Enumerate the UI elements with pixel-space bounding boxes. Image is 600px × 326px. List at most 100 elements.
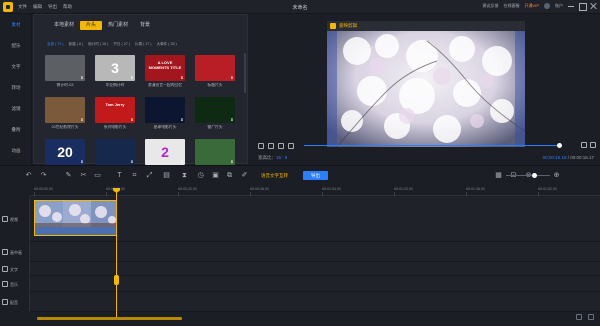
zoom-in-icon[interactable]: ⊕ (553, 172, 560, 179)
download-icon[interactable]: ⬇ (80, 118, 84, 122)
text-tool-icon[interactable]: T (116, 172, 123, 179)
download-icon[interactable]: ⬇ (80, 160, 84, 164)
template-tile[interactable]: Tom Jerry ⬇ 系列电影片头 (95, 97, 135, 132)
preview-screen[interactable]: 爱映剪辑 (327, 21, 525, 147)
menu-help[interactable]: 帮助 (63, 4, 72, 10)
download-icon[interactable]: ⬇ (130, 160, 134, 164)
preview-scrubber[interactable] (304, 145, 562, 146)
download-icon[interactable]: ⬇ (230, 118, 234, 122)
download-icon[interactable]: ⬇ (230, 160, 234, 164)
subtitle-icon[interactable]: ⧉ (226, 172, 233, 179)
playhead-line[interactable] (116, 190, 117, 318)
download-icon[interactable]: ⬇ (80, 76, 84, 80)
template-tile[interactable]: A LOVE MOMENTS TITLE ⬇ 浪漫宣言一起的回忆 (145, 55, 185, 90)
filter-showcase[interactable]: 片展 ( 17 ) (135, 42, 152, 47)
sidebar-item-animation[interactable]: 动画 (0, 146, 32, 156)
download-icon[interactable]: ⬇ (180, 160, 184, 164)
filter-all[interactable]: 全部 ( 79 ) (47, 42, 64, 47)
template-tile[interactable]: ⬇ 僵尸片头 (195, 97, 235, 132)
filter-wedding[interactable]: 新婚 ( 8 ) (69, 42, 84, 47)
template-tile[interactable]: ⬇ 星球电影片头 (145, 97, 185, 132)
download-icon[interactable]: ⬇ (180, 76, 184, 80)
template-tile[interactable]: ⬇ 20世纪影院片头 (45, 97, 85, 132)
tab-intro[interactable]: 片头 (80, 21, 103, 30)
volume-icon[interactable] (581, 142, 587, 148)
tab-popular[interactable]: 热门素材 (102, 21, 134, 30)
minimize-icon[interactable] (568, 3, 574, 9)
voice-track-icon (2, 299, 8, 305)
sidebar-item-filter[interactable]: 滤镜 (0, 104, 32, 114)
download-icon[interactable]: ⬇ (130, 118, 134, 122)
ruler-tick-label: 00:00:00.00 (34, 187, 53, 191)
sidebar-item-text[interactable]: 文字 (0, 62, 32, 72)
speed-icon[interactable]: ⧗ (181, 172, 188, 179)
delete-icon[interactable]: ▭ (94, 172, 101, 179)
tab-local[interactable]: 本地素材 (48, 21, 80, 30)
template-thumbnail: 3 ⬇ (95, 55, 135, 81)
filter-countdown[interactable]: 倒计时 ( 16 ) (88, 42, 108, 47)
template-thumbnail: ⬇ (195, 55, 235, 81)
download-icon[interactable]: ⬇ (230, 76, 234, 80)
watermark-logo (330, 23, 336, 29)
scrubber-knob[interactable] (557, 143, 562, 148)
sidebar-item-material[interactable]: 素材 (0, 20, 32, 30)
avatar[interactable] (544, 3, 550, 9)
redo-icon[interactable]: ↷ (40, 172, 47, 179)
zoom-knob[interactable] (532, 173, 537, 178)
stop-icon[interactable] (288, 143, 294, 149)
template-label: 系列电影片头 (103, 125, 127, 129)
online-service-link[interactable]: 在线客服 (504, 3, 520, 9)
template-tile[interactable]: ⬇ 倒计时-03 (45, 55, 85, 90)
edit-toolbar: ↶ ↷ ✎ ✂ ▭ T ⌗ ⤢ ▤ ⧗ ◷ ▣ ⧉ ✐ 语音文字互转 导出 ▦ … (0, 166, 600, 186)
record-icon[interactable]: ▣ (212, 172, 219, 179)
play-icon[interactable] (268, 143, 274, 149)
timeline-settings-icon[interactable]: ▦ (495, 172, 502, 179)
pen-icon[interactable]: ✎ (65, 172, 72, 179)
tab-background[interactable]: 背景 (134, 21, 156, 30)
title-bar-right: 建议反馈 在线客服 开通VIP 账户 (483, 3, 596, 11)
text-track-icon (2, 266, 8, 272)
feedback-link[interactable]: 建议反馈 (483, 3, 499, 9)
vip-button[interactable]: 开通VIP (525, 3, 539, 9)
maximize-icon[interactable] (579, 3, 587, 11)
fullscreen-icon[interactable] (590, 142, 596, 148)
download-icon[interactable]: ⬇ (180, 118, 184, 122)
template-tile[interactable]: ⬇ 标题片头 (195, 55, 235, 90)
account-link[interactable]: 账户 (555, 3, 563, 9)
menu-export[interactable]: 导出 (48, 4, 57, 10)
template-tile[interactable]: 3 ⬇ 毕业倒计时 (95, 55, 135, 90)
sidebar-item-overlay[interactable]: 叠附 (0, 125, 32, 135)
watermark-text: 爱映剪辑 (339, 23, 357, 28)
download-icon[interactable]: ⬇ (130, 76, 134, 80)
playhead-marker[interactable] (114, 275, 119, 285)
video-clip[interactable] (34, 200, 117, 236)
menu-file[interactable]: 文件 (18, 4, 27, 10)
filter-holiday[interactable]: 节日 ( 27 ) (113, 42, 130, 47)
template-thumbnail: A LOVE MOMENTS TITLE ⬇ (145, 55, 185, 81)
crop-icon[interactable]: ⌗ (131, 172, 138, 179)
timeline-scrollbar[interactable] (37, 317, 182, 320)
split-icon[interactable]: ✂ (80, 172, 87, 179)
timeline-expand-icon[interactable] (588, 314, 594, 320)
library-scrollbar[interactable] (244, 53, 246, 93)
timer-icon[interactable]: ◷ (197, 172, 204, 179)
speech-to-text-button[interactable]: 语音文字互转 (258, 171, 291, 180)
freeze-icon[interactable]: ▤ (163, 172, 170, 179)
thumbnail-text: A LOVE MOMENTS TITLE (148, 60, 182, 70)
undo-icon[interactable]: ↶ (25, 172, 32, 179)
filter-events[interactable]: 大事件 ( 28 ) (156, 42, 176, 47)
aspect-ratio-value[interactable]: 16 : 9 (276, 155, 287, 160)
scale-icon[interactable]: ⤢ (146, 172, 153, 179)
close-icon[interactable] (590, 3, 596, 9)
export-button[interactable]: 导出 (303, 171, 328, 180)
preview-image (327, 21, 525, 147)
paint-icon[interactable]: ✐ (241, 172, 248, 179)
sidebar-item-transition[interactable]: 转场 (0, 83, 32, 93)
zoom-slider[interactable] (506, 175, 550, 176)
zoom-fit-icon[interactable] (576, 314, 582, 320)
aspect-ratio[interactable]: 宽高比：16 : 9 (258, 155, 287, 161)
prev-frame-icon[interactable] (258, 143, 264, 149)
menu-edit[interactable]: 编辑 (33, 4, 42, 10)
next-frame-icon[interactable] (278, 143, 284, 149)
sidebar-item-music[interactable]: 配乐 (0, 41, 32, 51)
